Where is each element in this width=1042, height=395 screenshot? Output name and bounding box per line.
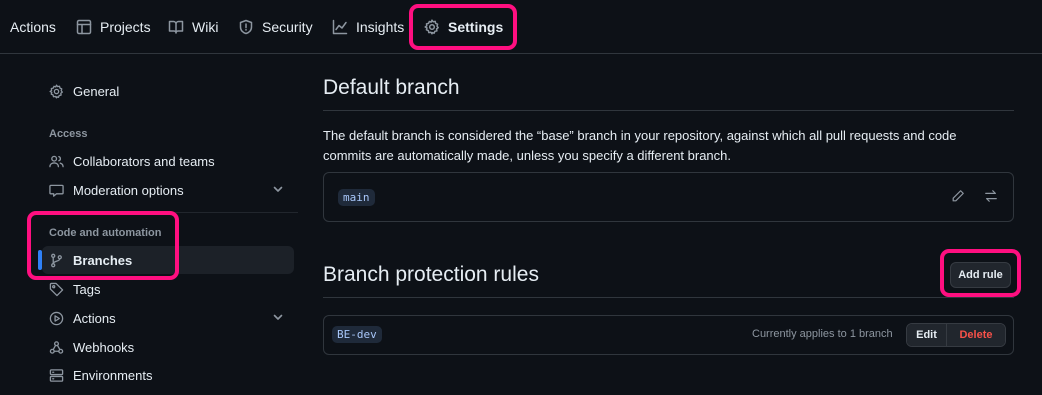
gear-icon [424,19,439,35]
sidebar-item-label: Actions [73,310,116,326]
sidebar-item-tags[interactable]: Tags [42,275,294,303]
shield-icon [239,19,253,35]
tag-icon [49,282,64,296]
tab-security[interactable]: Security [238,0,313,54]
sidebar-item-label: Tags [73,281,101,297]
chevron-down-icon[interactable] [272,311,284,326]
section-divider [323,297,1014,298]
book-icon [168,20,184,34]
sidebar-item-label: Collaborators and teams [73,153,215,169]
play-icon [49,311,64,325]
sidebar-item-collaborators[interactable]: Collaborators and teams [42,147,294,175]
pencil-icon[interactable] [951,189,969,207]
sidebar-heading-access: Access [49,128,88,140]
default-branch-description: The default branch is considered the “ba… [323,128,957,163]
sidebar-item-label: Webhooks [73,339,135,355]
tab-security-label: Security [262,19,313,35]
rule-branch-name: BE-dev [332,326,382,343]
tab-settings[interactable]: Settings [424,0,503,54]
tab-actions-label: Actions [10,19,56,35]
sidebar-item-label: General [73,83,120,99]
sidebar-item-actions[interactable]: Actions [42,304,294,332]
switch-arrows-icon[interactable] [984,189,1002,207]
sidebar-item-general[interactable]: General [42,77,294,105]
rule-actions: Edit Delete [906,323,1006,347]
sidebar-item-environments[interactable]: Environments [42,361,294,389]
protection-rule-row: BE-dev Currently applies to 1 branch Edi… [323,315,1014,355]
rule-applies-text: Currently applies to 1 branch [752,328,893,340]
default-branch-name: main [338,189,375,206]
tab-projects-label: Projects [100,19,151,35]
sidebar-item-label: Moderation options [73,182,184,198]
sidebar-item-branches[interactable]: Branches [38,246,294,274]
sidebar-divider [42,212,298,213]
graph-icon [332,19,348,35]
default-branch-title: Default branch [323,76,460,99]
default-branch-box: main [323,172,1014,222]
branch-protection-title: Branch protection rules [323,263,539,286]
add-rule-button[interactable]: Add rule [950,262,1011,288]
tab-settings-label: Settings [448,19,504,35]
tab-insights-label: Insights [356,19,405,35]
table-icon [76,19,92,35]
comment-icon [49,184,64,197]
delete-rule-button[interactable]: Delete [947,324,1005,346]
sidebar-item-label: Branches [73,252,133,268]
webhook-icon [49,340,64,354]
sidebar-item-moderation[interactable]: Moderation options [42,176,294,204]
tab-wiki-label: Wiki [192,19,219,35]
edit-rule-button[interactable]: Edit [907,324,947,346]
tab-actions[interactable]: Actions [10,0,56,54]
gear-icon [49,83,63,99]
branch-icon [51,253,62,267]
people-icon [49,155,64,167]
repo-nav: Actions Projects Wiki Security Insights … [0,0,1042,54]
chevron-down-icon[interactable] [272,183,284,198]
tab-projects[interactable]: Projects [76,0,151,54]
tab-wiki[interactable]: Wiki [168,0,218,54]
sidebar-item-webhooks[interactable]: Webhooks [42,333,294,361]
sidebar-item-label: Environments [73,367,153,383]
section-divider [323,110,1014,111]
tab-insights[interactable]: Insights [332,0,404,54]
server-icon [49,368,64,382]
sidebar-heading-code-automation: Code and automation [49,227,162,239]
